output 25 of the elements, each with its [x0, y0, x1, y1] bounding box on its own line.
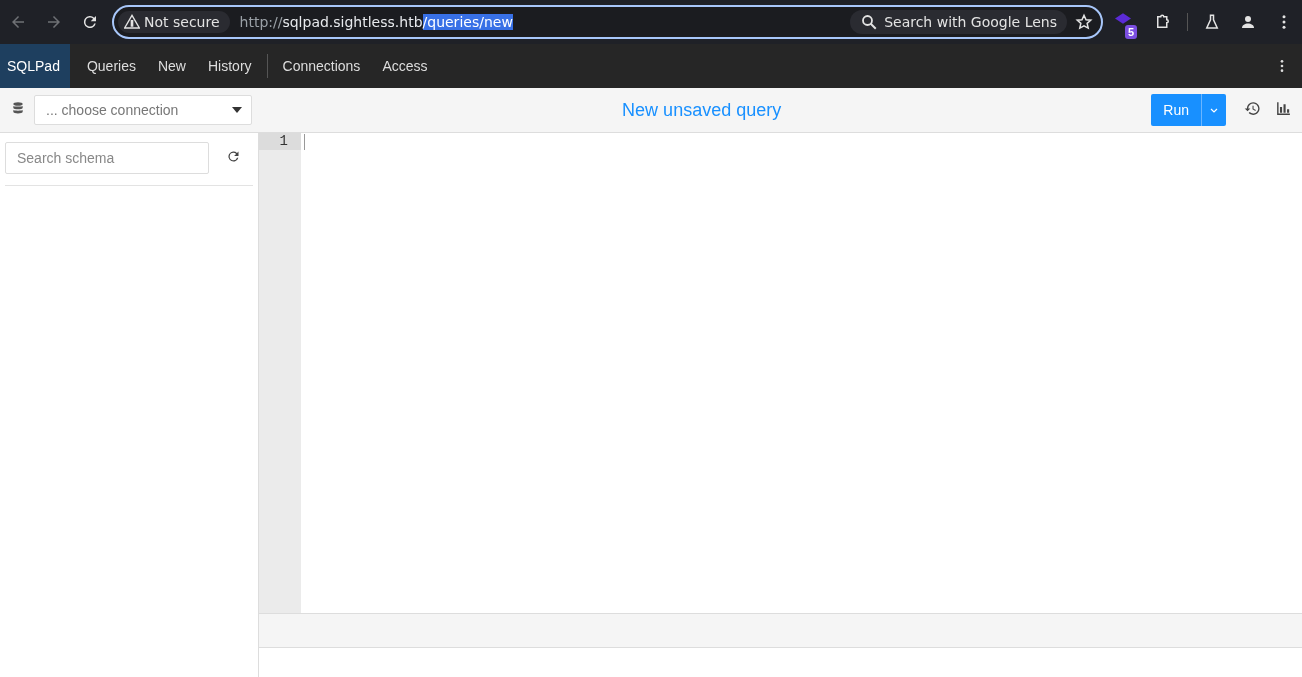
search-icon[interactable] [860, 13, 879, 31]
history-icon[interactable] [1244, 99, 1261, 117]
caret-icon [232, 107, 242, 113]
flask-icon[interactable] [1203, 13, 1221, 31]
profile-icon[interactable] [1239, 13, 1257, 31]
puzzle-icon[interactable] [1154, 13, 1172, 31]
reload-icon[interactable] [81, 13, 99, 31]
nav-link[interactable]: Access [371, 58, 439, 74]
nav-link[interactable]: Connections [271, 58, 372, 74]
star-icon[interactable] [1075, 13, 1093, 31]
app-brand[interactable]: SQLPad [0, 44, 70, 88]
extension-badge: 5 [1125, 25, 1138, 39]
connection-select[interactable]: ... choose connection [34, 95, 252, 125]
schema-search-field[interactable]: Search schema [5, 142, 209, 174]
bar-chart-icon[interactable] [1275, 99, 1292, 117]
nav-link[interactable]: New [146, 58, 197, 74]
warning-icon[interactable] [124, 14, 140, 30]
security-chip[interactable]: Not secure [118, 11, 230, 33]
forward-icon[interactable] [45, 13, 63, 31]
line-number: 1 [259, 133, 301, 150]
caret-icon [1210, 107, 1218, 113]
nav-link[interactable]: Queries [75, 58, 147, 74]
database-icon[interactable] [11, 101, 25, 115]
nav-link[interactable]: History [197, 58, 263, 74]
lens-search-chip[interactable]: Search with Google Lens [850, 10, 1067, 34]
